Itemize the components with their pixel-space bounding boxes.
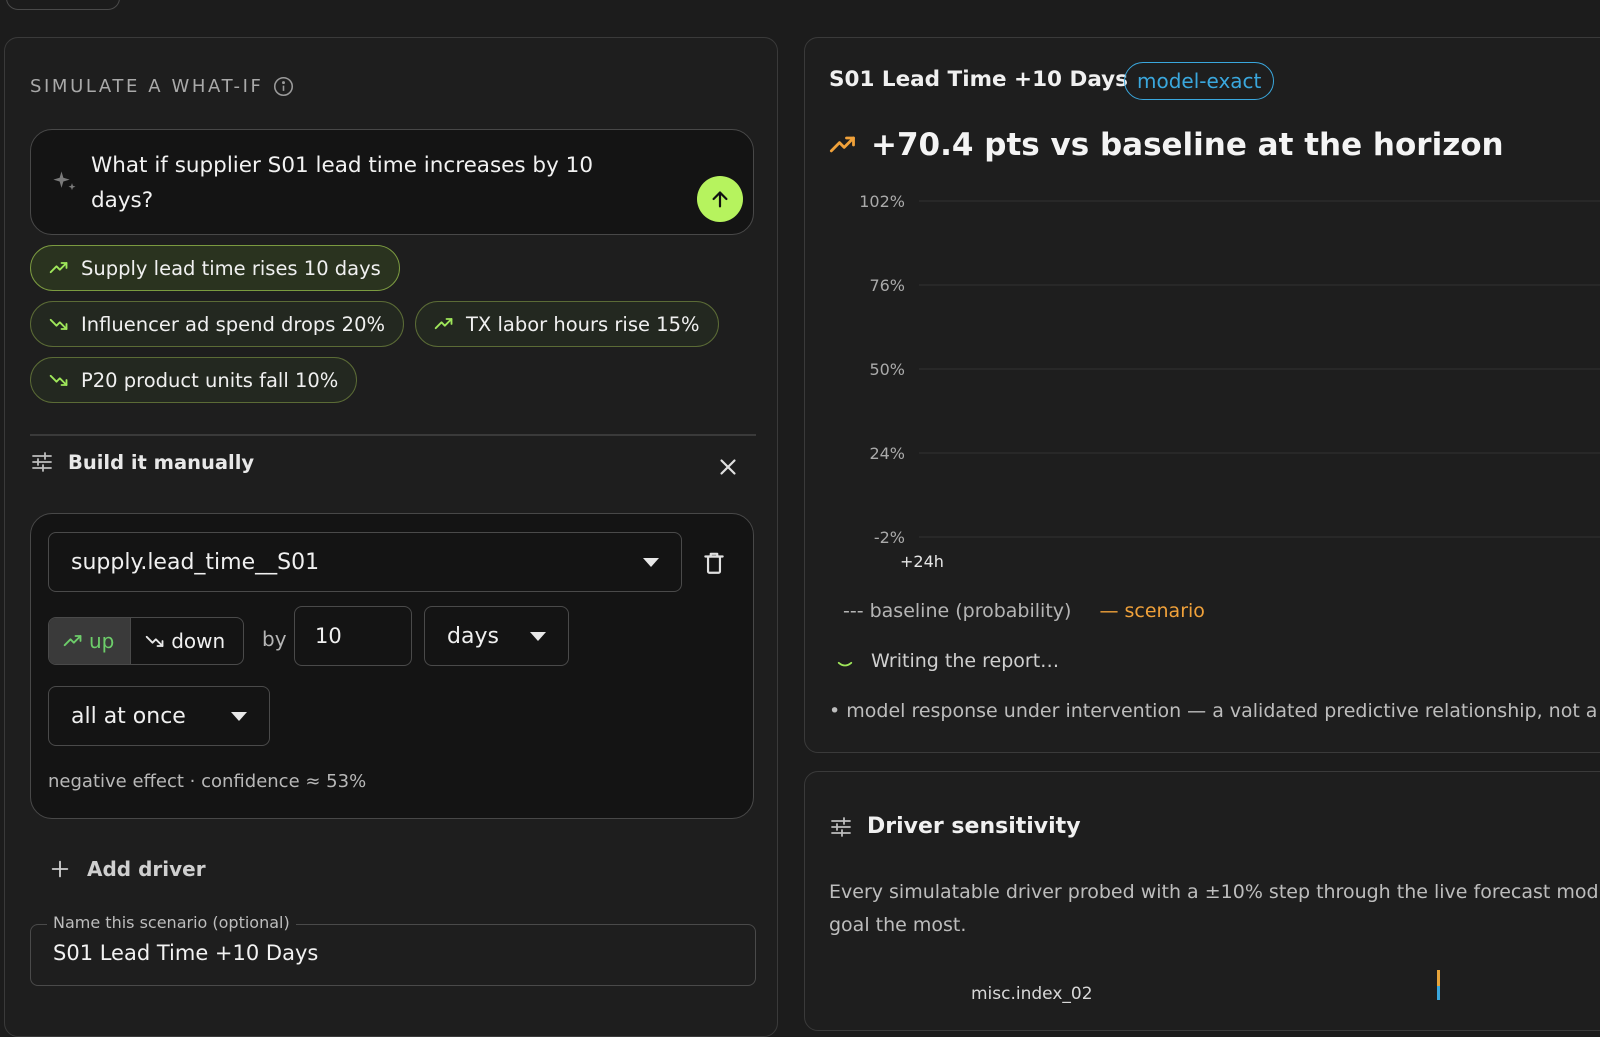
suggestion-chip-labor-hours[interactable]: TX labor hours rise 15% bbox=[415, 301, 719, 347]
direction-up-label: up bbox=[89, 629, 115, 653]
chart-legend: --- baseline (probability) — scenario bbox=[843, 600, 1205, 622]
unit-select[interactable]: days bbox=[424, 606, 569, 666]
sliders-icon bbox=[32, 452, 52, 472]
suggestion-chip-label: Influencer ad spend drops 20% bbox=[81, 312, 386, 336]
driver-select-value: supply.lead_time__S01 bbox=[71, 549, 320, 575]
trending-up-icon bbox=[49, 262, 68, 274]
model-exact-badge: model-exact bbox=[1124, 62, 1275, 100]
simulate-header: SIMULATE A WHAT-IF bbox=[30, 76, 294, 97]
driver-sensitivity-panel: Driver sensitivity Every simulatable dri… bbox=[804, 771, 1600, 1031]
driver-select[interactable]: supply.lead_time__S01 bbox=[48, 532, 682, 592]
delete-driver-button[interactable] bbox=[701, 550, 727, 576]
close-manual-button[interactable] bbox=[715, 454, 741, 480]
sensitivity-description-line1: Every simulatable driver probed with a ±… bbox=[829, 881, 1599, 903]
scenario-title: S01 Lead Time +10 Days bbox=[829, 67, 1128, 92]
unit-select-value: days bbox=[447, 623, 499, 649]
direction-toggle: up down bbox=[48, 617, 244, 665]
prompt-text[interactable]: What if supplier S01 lead time increases… bbox=[91, 148, 651, 218]
direction-up-button[interactable]: up bbox=[49, 618, 132, 664]
info-icon[interactable] bbox=[273, 76, 294, 97]
trending-up-icon bbox=[829, 136, 855, 153]
sensitivity-description: Every simulatable driver probed with a ±… bbox=[829, 876, 1600, 942]
suggestion-chip-product-units[interactable]: P20 product units fall 10% bbox=[30, 357, 358, 403]
trash-icon bbox=[704, 552, 724, 574]
send-button[interactable] bbox=[697, 176, 743, 222]
sensitivity-header: Driver sensitivity bbox=[829, 814, 1081, 839]
sensitivity-bar-baseline bbox=[1437, 986, 1440, 1000]
suggestion-chip-label: Supply lead time rises 10 days bbox=[81, 256, 381, 280]
sparkle-icon bbox=[53, 171, 76, 191]
y-tick-label: 76% bbox=[869, 276, 905, 295]
response-note: • model response under intervention — a … bbox=[829, 700, 1598, 722]
y-tick-label: 24% bbox=[869, 444, 905, 463]
direction-down-button[interactable]: down bbox=[131, 618, 243, 664]
scenario-name-label: Name this scenario (optional) bbox=[47, 913, 296, 932]
sensitivity-title: Driver sensitivity bbox=[867, 814, 1081, 839]
driver-card: supply.lead_time__S01 up down by 10 days… bbox=[30, 513, 754, 819]
trending-down-icon bbox=[145, 635, 164, 647]
add-driver-button[interactable]: Add driver bbox=[49, 857, 206, 881]
sensitivity-row-label: misc.index_02 bbox=[971, 984, 1093, 1004]
headline-text: +70.4 pts vs baseline at the horizon bbox=[871, 127, 1504, 163]
top-pill-button[interactable] bbox=[6, 0, 120, 10]
by-label: by bbox=[262, 627, 287, 651]
add-driver-label: Add driver bbox=[87, 857, 206, 881]
x-tick-label: +24h bbox=[900, 552, 944, 571]
suggestion-chip-label: TX labor hours rise 15% bbox=[466, 312, 700, 336]
simulate-panel: SIMULATE A WHAT-IF What if supplier S01 … bbox=[4, 37, 778, 1037]
arrow-up-icon bbox=[712, 191, 728, 208]
caret-down-icon bbox=[231, 712, 247, 721]
scenario-chart: 102% 76% 50% 24% -2% +24h bbox=[859, 192, 1600, 571]
scenario-name-field[interactable]: Name this scenario (optional) S01 Lead T… bbox=[30, 913, 756, 986]
suggestion-chip-lead-time[interactable]: Supply lead time rises 10 days bbox=[30, 245, 400, 291]
suggestion-chip-ad-spend[interactable]: Influencer ad spend drops 20% bbox=[30, 301, 405, 347]
divider bbox=[30, 434, 756, 436]
manual-title: Build it manually bbox=[68, 450, 255, 474]
sensitivity-description-line2: goal the most. bbox=[829, 914, 967, 936]
trending-up-icon bbox=[434, 318, 453, 330]
trending-down-icon bbox=[49, 374, 68, 386]
prompt-input[interactable]: What if supplier S01 lead time increases… bbox=[30, 129, 754, 235]
amount-input[interactable] bbox=[294, 606, 412, 666]
suggestion-chip-label: P20 product units fall 10% bbox=[81, 368, 339, 392]
trending-up-icon bbox=[63, 635, 82, 647]
simulate-header-label: SIMULATE A WHAT-IF bbox=[30, 76, 264, 97]
y-tick-label: 50% bbox=[869, 360, 905, 379]
trending-down-icon bbox=[49, 318, 68, 330]
legend-baseline: --- baseline (probability) bbox=[843, 600, 1072, 622]
y-tick-label: -2% bbox=[874, 528, 905, 547]
caret-down-icon bbox=[643, 558, 659, 567]
sliders-icon bbox=[831, 816, 851, 837]
effect-summary: negative effect · confidence ≈ 53% bbox=[48, 771, 367, 792]
scenario-headline: +70.4 pts vs baseline at the horizon bbox=[829, 127, 1504, 163]
legend-scenario: — scenario bbox=[1099, 600, 1205, 622]
scenario-name-input[interactable]: S01 Lead Time +10 Days bbox=[53, 941, 318, 965]
writing-report-status: Writing the report… bbox=[871, 650, 1060, 672]
direction-down-label: down bbox=[171, 629, 226, 653]
timing-select[interactable]: all at once bbox=[48, 686, 270, 746]
timing-select-value: all at once bbox=[71, 703, 186, 729]
spinner-icon bbox=[837, 661, 853, 667]
y-tick-label: 102% bbox=[859, 192, 905, 211]
plus-icon bbox=[51, 860, 69, 878]
manual-header: Build it manually bbox=[30, 450, 254, 474]
scenario-result-panel: S01 Lead Time +10 Days model-exact +70.4… bbox=[804, 37, 1600, 753]
caret-down-icon bbox=[530, 632, 546, 641]
close-icon bbox=[720, 459, 736, 475]
